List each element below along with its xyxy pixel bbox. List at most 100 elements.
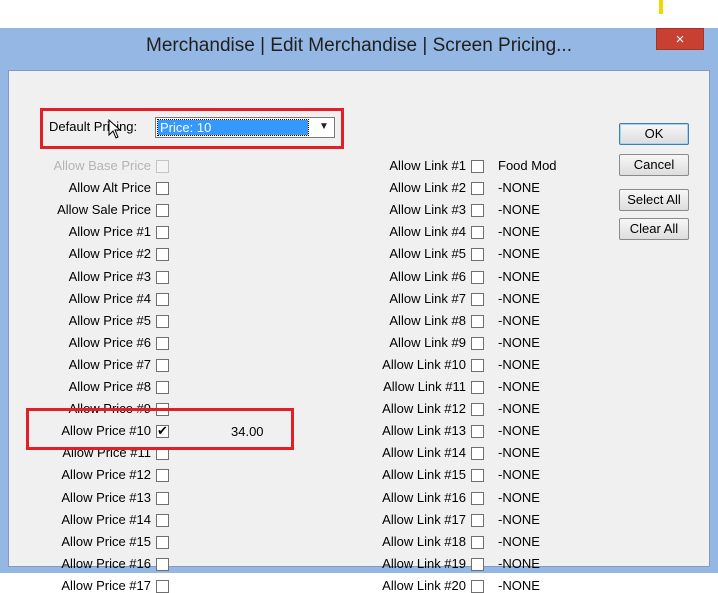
price-option-label: Allow Price #13 xyxy=(61,489,151,505)
dialog-client: Default Pricing: Price: 10 ▼ OK Cancel S… xyxy=(8,70,710,593)
link-option-label: Allow Link #7 xyxy=(389,290,466,306)
background-strip xyxy=(0,0,718,28)
price-option-label: Allow Price #17 xyxy=(61,577,151,593)
link-option-label: Allow Link #13 xyxy=(382,423,466,439)
price-option-checkbox xyxy=(156,160,169,173)
price-option-checkbox[interactable] xyxy=(156,292,169,306)
dialog-window: Merchandise | Edit Merchandise | Screen … xyxy=(0,28,718,593)
link-option-label: Allow Link #10 xyxy=(382,356,466,372)
price-option-label: Allow Price #5 xyxy=(68,312,151,328)
price-option-label: Allow Price #4 xyxy=(68,290,151,306)
link-option-checkbox[interactable] xyxy=(471,226,484,240)
link-option-checkbox[interactable] xyxy=(471,160,484,173)
link-option-checkbox[interactable] xyxy=(471,491,484,505)
close-icon: × xyxy=(675,31,685,48)
link-option-value: -NONE xyxy=(498,511,540,527)
link-option-checkbox[interactable] xyxy=(471,535,484,549)
price-option-checkbox[interactable] xyxy=(156,579,169,593)
link-option-checkbox[interactable] xyxy=(471,381,484,394)
link-option-label: Allow Link #14 xyxy=(382,445,466,461)
price-option-label: Allow Price #3 xyxy=(68,268,151,284)
link-option-label: Allow Link #11 xyxy=(383,379,466,394)
link-option-label: Allow Link #18 xyxy=(382,533,466,549)
price-option-checkbox[interactable] xyxy=(156,381,169,394)
price-option-label: Allow Price #1 xyxy=(68,224,151,240)
price-option-label: Allow Price #16 xyxy=(61,555,151,571)
link-option-label: Allow Link #15 xyxy=(382,467,466,483)
highlight-box-default-pricing xyxy=(40,108,344,149)
window-title: Merchandise | Edit Merchandise | Screen … xyxy=(146,35,572,56)
link-option-label: Allow Link #5 xyxy=(389,246,466,262)
link-option-checkbox[interactable] xyxy=(471,204,484,218)
link-option-value: -NONE xyxy=(498,467,540,483)
cancel-button[interactable]: Cancel xyxy=(619,154,689,176)
link-option-label: Allow Link #6 xyxy=(389,268,466,284)
link-option-value: -NONE xyxy=(498,533,540,549)
price-option-checkbox[interactable] xyxy=(156,469,169,483)
price-option-checkbox[interactable] xyxy=(156,248,169,262)
link-option-checkbox[interactable] xyxy=(471,425,484,439)
price-option-checkbox[interactable] xyxy=(156,513,169,527)
price-option-checkbox[interactable] xyxy=(156,270,169,284)
yellow-marker xyxy=(659,0,663,14)
link-option-value: -NONE xyxy=(498,180,540,196)
link-option-checkbox[interactable] xyxy=(471,579,484,593)
title-bar: Merchandise | Edit Merchandise | Screen … xyxy=(0,28,718,64)
link-option-label: Allow Link #17 xyxy=(382,511,466,527)
link-option-checkbox[interactable] xyxy=(471,292,484,306)
link-option-label: Allow Link #20 xyxy=(382,577,466,593)
price-option-label: Allow Price #15 xyxy=(61,533,151,549)
price-option-checkbox[interactable] xyxy=(156,314,169,328)
link-option-checkbox[interactable] xyxy=(471,557,484,571)
link-option-value: -NONE xyxy=(498,423,540,439)
price-option-checkbox[interactable] xyxy=(156,204,169,218)
price-option-checkbox[interactable] xyxy=(156,535,169,549)
price-option-checkbox[interactable] xyxy=(156,226,169,240)
link-option-checkbox[interactable] xyxy=(471,336,484,350)
clear-all-button[interactable]: Clear All xyxy=(619,218,689,240)
link-option-checkbox[interactable] xyxy=(471,270,484,284)
price-option-checkbox[interactable] xyxy=(156,336,169,350)
price-option-label: Allow Price #12 xyxy=(61,467,151,483)
link-option-value: -NONE xyxy=(498,224,540,240)
price-option-checkbox[interactable] xyxy=(156,182,169,196)
link-option-value: -NONE xyxy=(498,555,540,571)
link-option-checkbox[interactable] xyxy=(471,469,484,483)
link-option-label: Allow Link #12 xyxy=(382,401,466,417)
link-option-value: -NONE xyxy=(498,312,540,328)
price-option-checkbox[interactable] xyxy=(156,358,169,372)
link-option-value: -NONE xyxy=(498,334,540,350)
select-all-button[interactable]: Select All xyxy=(619,189,689,211)
link-option-checkbox[interactable] xyxy=(471,403,484,417)
price-option-label: Allow Price #6 xyxy=(68,334,151,350)
link-option-label: Allow Link #9 xyxy=(389,334,466,350)
link-option-label: Allow Link #2 xyxy=(389,180,466,196)
link-option-checkbox[interactable] xyxy=(471,182,484,196)
link-option-label: Allow Link #1 xyxy=(389,158,466,173)
ok-button[interactable]: OK xyxy=(619,123,689,145)
link-option-label: Allow Link #19 xyxy=(382,555,466,571)
link-option-label: Allow Link #4 xyxy=(389,224,466,240)
price-option-label: Allow Price #14 xyxy=(61,511,151,527)
price-option-checkbox[interactable] xyxy=(156,557,169,571)
link-option-checkbox[interactable] xyxy=(471,447,484,461)
link-option-checkbox[interactable] xyxy=(471,248,484,262)
highlight-box-price-10 xyxy=(26,408,294,450)
price-option-label: Allow Sale Price xyxy=(57,202,151,218)
link-option-value: -NONE xyxy=(498,379,540,394)
link-option-checkbox[interactable] xyxy=(471,314,484,328)
link-option-value: -NONE xyxy=(498,290,540,306)
price-option-label: Allow Alt Price xyxy=(68,180,151,196)
price-option-checkbox[interactable] xyxy=(156,491,169,505)
price-option-label: Allow Price #8 xyxy=(68,379,151,394)
link-option-value: -NONE xyxy=(498,577,540,593)
link-option-label: Allow Link #8 xyxy=(389,312,466,328)
price-option-label: Allow Price #7 xyxy=(68,356,151,372)
price-option-label: Allow Price #2 xyxy=(68,246,151,262)
close-button[interactable]: × xyxy=(656,28,704,50)
link-option-value: -NONE xyxy=(498,356,540,372)
link-option-checkbox[interactable] xyxy=(471,513,484,527)
link-option-value: -NONE xyxy=(498,268,540,284)
link-option-label: Allow Link #16 xyxy=(382,489,466,505)
link-option-checkbox[interactable] xyxy=(471,358,484,372)
